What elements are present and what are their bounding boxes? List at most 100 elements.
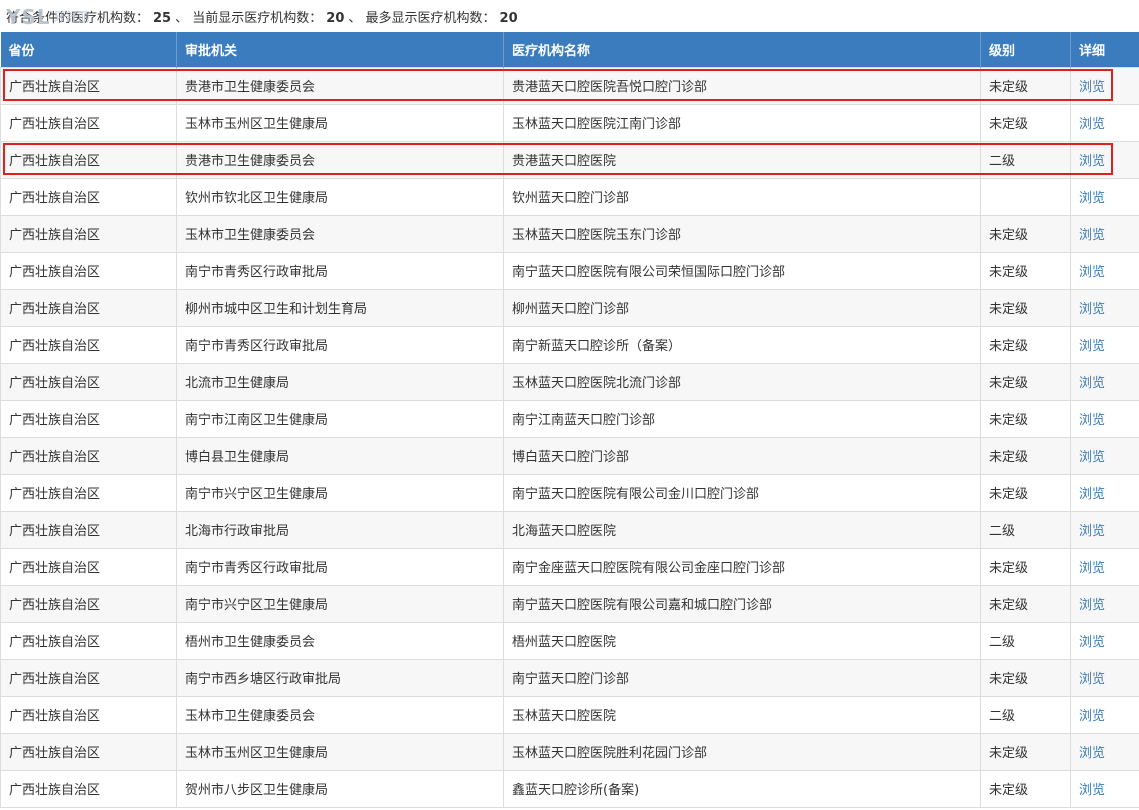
- cell-level: [980, 177, 1071, 216]
- view-detail-link[interactable]: 浏览: [1070, 325, 1139, 364]
- view-detail-link[interactable]: 浏览: [1070, 436, 1139, 475]
- cell-institution-name: 博白蓝天口腔门诊部: [503, 436, 981, 475]
- cell-authority: 柳州市城中区卫生和计划生育局: [176, 288, 504, 327]
- view-detail-link[interactable]: 浏览: [1070, 732, 1139, 771]
- cell-institution-name: 鑫蓝天口腔诊所(备案): [503, 769, 981, 808]
- table-row: 广西壮族自治区 钦州市钦北区卫生健康局 钦州蓝天口腔门诊部 浏览: [0, 177, 1139, 216]
- cell-authority: 北流市卫生健康局: [176, 362, 504, 401]
- cell-authority: 玉林市卫生健康委员会: [176, 214, 504, 253]
- cell-authority: 钦州市钦北区卫生健康局: [176, 177, 504, 216]
- cell-institution-name: 玉林蓝天口腔医院胜利花园门诊部: [503, 732, 981, 771]
- cell-authority: 玉林市卫生健康委员会: [176, 695, 504, 734]
- cell-level: 二级: [980, 621, 1071, 660]
- cell-institution-name: 梧州蓝天口腔医院: [503, 621, 981, 660]
- cell-authority: 南宁市江南区卫生健康局: [176, 399, 504, 438]
- cell-level: 未定级: [980, 769, 1071, 808]
- view-detail-link[interactable]: 浏览: [1070, 510, 1139, 549]
- view-detail-link[interactable]: 浏览: [1070, 547, 1139, 586]
- cell-institution-name: 玉林蓝天口腔医院玉东门诊部: [503, 214, 981, 253]
- cell-authority: 南宁市青秀区行政审批局: [176, 325, 504, 364]
- cell-authority: 玉林市玉州区卫生健康局: [176, 103, 504, 142]
- view-detail-link[interactable]: 浏览: [1070, 695, 1139, 734]
- table-row: 广西壮族自治区 玉林市玉州区卫生健康局 玉林蓝天口腔医院江南门诊部 未定级 浏览: [0, 103, 1139, 142]
- cell-authority: 玉林市玉州区卫生健康局: [176, 732, 504, 771]
- cell-authority: 北海市行政审批局: [176, 510, 504, 549]
- view-detail-link[interactable]: 浏览: [1070, 769, 1139, 808]
- table-row: 广西壮族自治区 南宁市江南区卫生健康局 南宁江南蓝天口腔门诊部 未定级 浏览: [0, 399, 1139, 438]
- cell-province: 广西壮族自治区: [0, 732, 177, 771]
- view-detail-link[interactable]: 浏览: [1070, 288, 1139, 327]
- cell-authority: 南宁市兴宁区卫生健康局: [176, 584, 504, 623]
- header-authority: 审批机关: [176, 32, 504, 67]
- cell-authority: 贺州市八步区卫生健康局: [176, 769, 504, 808]
- cell-province: 广西壮族自治区: [0, 103, 177, 142]
- cell-authority: 南宁市兴宁区卫生健康局: [176, 473, 504, 512]
- cell-level: 未定级: [980, 288, 1071, 327]
- cell-authority: 梧州市卫生健康委员会: [176, 621, 504, 660]
- header-province: 省份: [0, 32, 177, 67]
- cell-authority: 贵港市卫生健康委员会: [176, 140, 504, 179]
- cell-level: 未定级: [980, 473, 1071, 512]
- table-row: 广西壮族自治区 贵港市卫生健康委员会 贵港蓝天口腔医院 二级 浏览: [0, 140, 1139, 179]
- table-row: 广西壮族自治区 南宁市青秀区行政审批局 南宁新蓝天口腔诊所（备案） 未定级 浏览: [0, 325, 1139, 364]
- cell-level: 未定级: [980, 325, 1071, 364]
- table-row: 广西壮族自治区 博白县卫生健康局 博白蓝天口腔门诊部 未定级 浏览: [0, 436, 1139, 475]
- total-count: 25: [153, 11, 172, 26]
- table-header-row: 省份 审批机关 医疗机构名称 级别 详细: [0, 32, 1139, 67]
- cell-province: 广西壮族自治区: [0, 325, 177, 364]
- cell-province: 广西壮族自治区: [0, 436, 177, 475]
- summary-separator: 、: [348, 11, 362, 26]
- view-detail-link[interactable]: 浏览: [1070, 473, 1139, 512]
- shown-count: 20: [326, 11, 345, 26]
- cell-province: 广西壮族自治区: [0, 362, 177, 401]
- cell-institution-name: 南宁蓝天口腔医院有限公司金川口腔门诊部: [503, 473, 981, 512]
- view-detail-link[interactable]: 浏览: [1070, 399, 1139, 438]
- cell-level: 二级: [980, 695, 1071, 734]
- header-institution-name: 医疗机构名称: [503, 32, 981, 67]
- cell-institution-name: 北海蓝天口腔医院: [503, 510, 981, 549]
- table-row: 广西壮族自治区 南宁市青秀区行政审批局 南宁金座蓝天口腔医院有限公司金座口腔门诊部未…: [0, 547, 1139, 586]
- max-count: 20: [499, 11, 518, 26]
- cell-authority: 南宁市青秀区行政审批局: [176, 251, 504, 290]
- cell-institution-name: 南宁金座蓝天口腔医院有限公司金座口腔门诊部: [503, 547, 981, 586]
- cell-level: 未定级: [980, 547, 1071, 586]
- table-row: 广西壮族自治区 南宁市兴宁区卫生健康局 南宁蓝天口腔医院有限公司嘉和城口腔门诊部 未定…: [0, 584, 1139, 623]
- cell-province: 广西壮族自治区: [0, 621, 177, 660]
- table-row: 广西壮族自治区 北流市卫生健康局 玉林蓝天口腔医院北流门诊部 未定级 浏览: [0, 362, 1139, 401]
- shown-count-label: 当前显示医疗机构数：: [192, 11, 323, 26]
- cell-institution-name: 贵港蓝天口腔医院吾悦口腔门诊部: [503, 66, 981, 105]
- view-detail-link[interactable]: 浏览: [1070, 362, 1139, 401]
- cell-level: 未定级: [980, 362, 1071, 401]
- summary-separator: 、: [175, 11, 189, 26]
- view-detail-link[interactable]: 浏览: [1070, 140, 1139, 179]
- view-detail-link[interactable]: 浏览: [1070, 621, 1139, 660]
- cell-authority: 南宁市西乡塘区行政审批局: [176, 658, 504, 697]
- cell-institution-name: 南宁蓝天口腔医院有限公司荣恒国际口腔门诊部: [503, 251, 981, 290]
- total-count-label: 符合条件的医疗机构数：: [6, 11, 150, 26]
- cell-province: 广西壮族自治区: [0, 769, 177, 808]
- view-detail-link[interactable]: 浏览: [1070, 177, 1139, 216]
- header-detail: 详细: [1070, 32, 1139, 67]
- cell-province: 广西壮族自治区: [0, 177, 177, 216]
- institution-table: 省份 审批机关 医疗机构名称 级别 详细 广西壮族自治区 贵港市卫生健康委员会 贵港…: [0, 32, 1139, 808]
- cell-institution-name: 贵港蓝天口腔医院: [503, 140, 981, 179]
- view-detail-link[interactable]: 浏览: [1070, 214, 1139, 253]
- cell-level: 未定级: [980, 658, 1071, 697]
- cell-province: 广西壮族自治区: [0, 251, 177, 290]
- cell-province: 广西壮族自治区: [0, 547, 177, 586]
- cell-province: 广西壮族自治区: [0, 473, 177, 512]
- view-detail-link[interactable]: 浏览: [1070, 103, 1139, 142]
- view-detail-link[interactable]: 浏览: [1070, 584, 1139, 623]
- view-detail-link[interactable]: 浏览: [1070, 658, 1139, 697]
- cell-level: 未定级: [980, 66, 1071, 105]
- cell-province: 广西壮族自治区: [0, 695, 177, 734]
- table-row: 广西壮族自治区 柳州市城中区卫生和计划生育局 柳州蓝天口腔门诊部 未定级 浏览: [0, 288, 1139, 327]
- table-row: 广西壮族自治区 梧州市卫生健康委员会 梧州蓝天口腔医院 二级 浏览: [0, 621, 1139, 660]
- result-summary: 符合条件的医疗机构数： 25、 当前显示医疗机构数： 20、 最多显示医疗机构数： 2…: [0, 0, 1139, 32]
- table-row: 广西壮族自治区 玉林市卫生健康委员会 玉林蓝天口腔医院 二级 浏览: [0, 695, 1139, 734]
- cell-authority: 贵港市卫生健康委员会: [176, 66, 504, 105]
- cell-level: 未定级: [980, 584, 1071, 623]
- view-detail-link[interactable]: 浏览: [1070, 66, 1139, 105]
- cell-level: 未定级: [980, 436, 1071, 475]
- view-detail-link[interactable]: 浏览: [1070, 251, 1139, 290]
